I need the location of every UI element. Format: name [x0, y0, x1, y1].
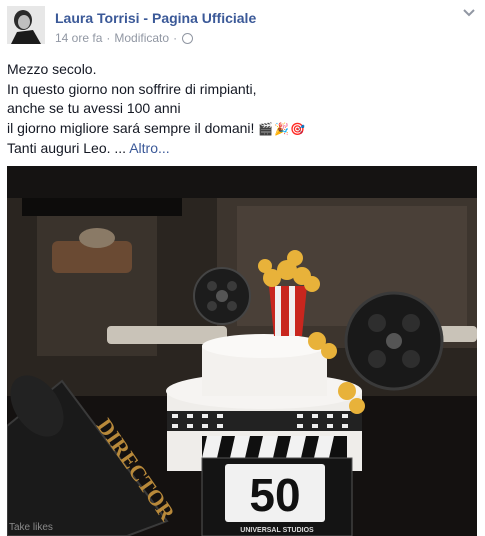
author-name[interactable]: Laura Torrisi - Pagina Ufficiale	[55, 10, 256, 26]
chevron-down-icon[interactable]	[461, 6, 477, 20]
post-line: il giorno migliore sará sempre il domani…	[7, 119, 477, 140]
more-link[interactable]: Altro...	[129, 140, 169, 156]
post-meta: 14 ore fa · Modificato ·	[55, 31, 194, 45]
author-avatar[interactable]	[7, 6, 45, 44]
post-line: Tanti auguri Leo. ... Altro...	[7, 139, 477, 159]
post-line: anche se tu avessi 100 anni	[7, 100, 181, 116]
emoji-icons: 🎬🎉🎯	[258, 121, 307, 136]
post-photo[interactable]: DIRECTOR 50 UNIVERSAL STUDIOS Take likes	[7, 166, 477, 536]
post-text: Mezzo secolo. In questo giorno non soffr…	[7, 60, 477, 159]
meta-separator: ·	[106, 31, 111, 45]
facebook-post: Laura Torrisi - Pagina Ufficiale 14 ore …	[0, 0, 485, 536]
post-line-text: il giorno migliore sará sempre il domani…	[7, 119, 255, 136]
post-line: Mezzo secolo.	[7, 61, 97, 77]
cake-number: 50	[249, 469, 300, 521]
post-line-text: Tanti auguri Leo. ...	[7, 140, 127, 156]
post-line: In questo giorno non soffrire di rimpian…	[7, 80, 257, 97]
meta-separator-2: ·	[173, 31, 178, 45]
globe-icon[interactable]	[182, 32, 194, 44]
photo-watermark: Take likes	[9, 522, 53, 533]
clapper-caption: UNIVERSAL STUDIOS	[240, 527, 314, 534]
edited-label[interactable]: Modificato	[114, 31, 169, 45]
post-time[interactable]: 14 ore fa	[55, 31, 102, 45]
